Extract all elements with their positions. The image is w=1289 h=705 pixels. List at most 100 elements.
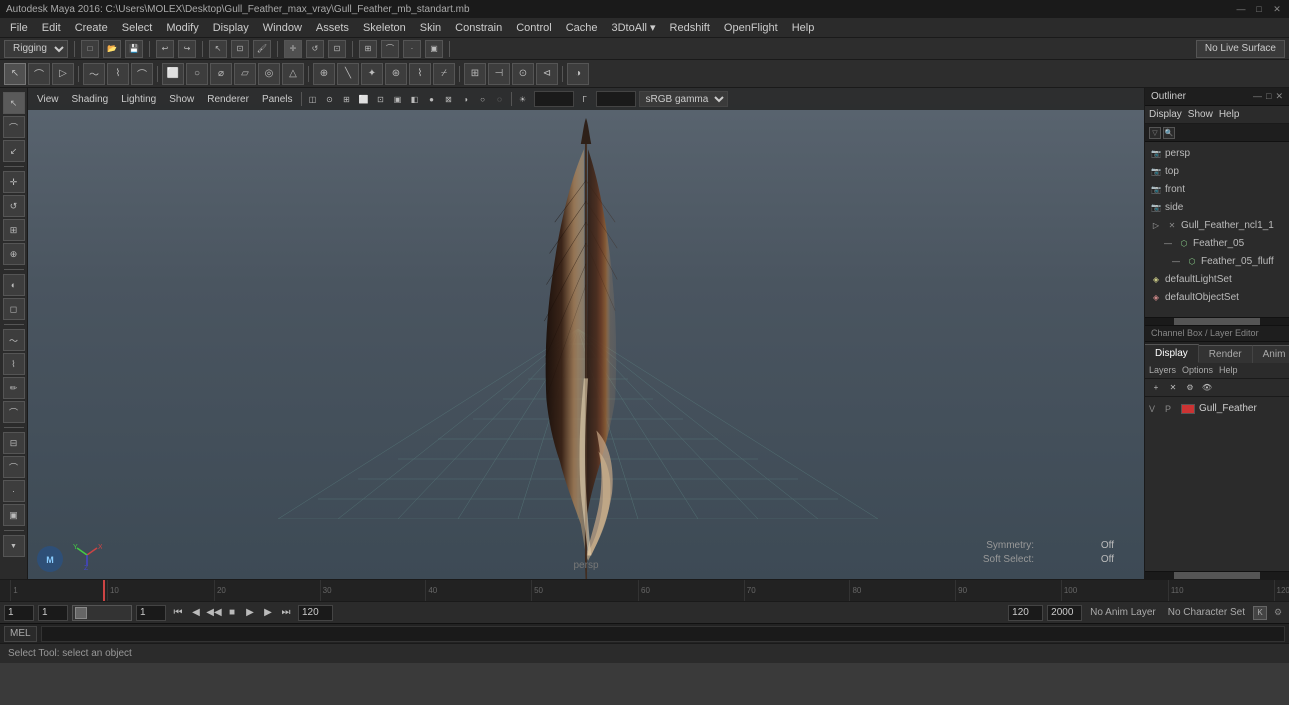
transform-shelf[interactable]: ⊞ [464,63,486,85]
menu-create[interactable]: Create [69,20,114,36]
search-icon[interactable]: 🔍 [1163,127,1175,139]
dra-help-menu[interactable]: Help [1219,365,1238,375]
select-cam-icon[interactable]: ◫ [305,91,321,107]
open-scene-icon[interactable]: 📂 [103,40,121,58]
outliner-item-persp[interactable]: 📷 persp [1145,144,1289,162]
menu-control[interactable]: Control [510,20,557,36]
menu-skin[interactable]: Skin [414,20,447,36]
select-tool-shelf[interactable]: ↖ [4,63,26,85]
layer-color-swatch[interactable] [1181,404,1195,414]
outliner-maximize-btn[interactable]: □ [1266,91,1271,102]
outliner-minimize-btn[interactable]: — [1253,91,1262,102]
shading-menu[interactable]: Shading [67,92,114,107]
scale-icon[interactable]: ⊡ [328,40,346,58]
panels-menu[interactable]: Panels [257,92,298,107]
poly-cone-shelf[interactable]: △ [282,63,304,85]
texture-icon[interactable]: ⊠ [441,91,457,107]
gamma-mode-dropdown[interactable]: sRGB gamma [639,91,728,107]
cv-curve-shelf[interactable]: ～ [83,63,105,85]
snap-to-curve-icon[interactable]: ⌒ [381,40,399,58]
exposure-icon[interactable]: ☀ [515,91,531,107]
menu-display[interactable]: Display [207,20,255,36]
rotate-icon[interactable]: ↺ [306,40,324,58]
select-tool[interactable]: ↖ [3,92,25,114]
pencil-curve-tool[interactable]: ✏ [3,377,25,399]
gamma-icon[interactable]: Γ [577,91,593,107]
live-surface-button[interactable]: No Live Surface [1196,40,1285,58]
dra-options-menu[interactable]: Options [1182,365,1213,375]
paint-select-icon[interactable]: 🖌 [253,40,271,58]
outliner-hscroll[interactable] [1145,317,1289,325]
frame-range-slider[interactable] [72,605,132,621]
menu-redshift[interactable]: Redshift [664,20,716,36]
poly-cube-shelf[interactable]: ⬜ [162,63,184,85]
snap-grid[interactable]: ⊟ [3,432,25,454]
step-back-btn[interactable]: ◀ [188,605,204,621]
stop-btn[interactable]: ■ [224,605,240,621]
cv-curve-tool[interactable]: ～ [3,329,25,351]
outliner-item-side[interactable]: 📷 side [1145,198,1289,216]
menu-skeleton[interactable]: Skeleton [357,20,412,36]
render-shelf[interactable]: ◑ [567,63,589,85]
minimize-button[interactable]: — [1235,3,1247,15]
exposure-value[interactable]: 0.00 [534,91,574,107]
tab-render[interactable]: Render [1199,345,1253,363]
mel-input[interactable] [41,626,1285,642]
outliner-help-menu[interactable]: Help [1219,109,1240,120]
gamma-value[interactable]: 1.00 [596,91,636,107]
menu-edit[interactable]: Edit [36,20,67,36]
rotate-tool[interactable]: ↺ [3,195,25,217]
menu-select[interactable]: Select [116,20,159,36]
snap-curve[interactable]: ⌒ [3,456,25,478]
timeline[interactable]: 1 10 20 30 40 50 60 70 80 90 100 110 120 [0,579,1289,601]
char-set-options-icon[interactable]: ⚙ [1271,606,1285,620]
play-forward-btn[interactable]: ▶ [242,605,258,621]
poly-torus-shelf[interactable]: ◎ [258,63,280,85]
ctrl-shelf[interactable]: ⊛ [385,63,407,85]
outliner-item-feather05[interactable]: — ⬡ Feather_05 [1145,234,1289,252]
frame-start-input[interactable] [4,605,34,621]
universal-manipulator[interactable]: ⊕ [3,243,25,265]
menu-openflight[interactable]: OpenFlight [718,20,784,36]
grid-icon[interactable]: ⊞ [339,91,355,107]
isolate-icon[interactable]: ⊙ [322,91,338,107]
outliner-show-menu[interactable]: Show [1188,109,1213,120]
outliner-close-btn[interactable]: ✕ [1275,91,1283,102]
snap-surface[interactable]: ▣ [3,504,25,526]
dra-eye-icon[interactable]: 👁 [1200,380,1214,394]
undo-icon[interactable]: ↩ [156,40,174,58]
dra-options-icon[interactable]: ⚙ [1183,380,1197,394]
close-button[interactable]: ✕ [1271,3,1283,15]
lighting-menu[interactable]: Lighting [116,92,161,107]
outliner-item-front[interactable]: 📷 front [1145,180,1289,198]
right-panel-hscroll[interactable] [1145,571,1289,579]
filter-icon[interactable]: ▽ [1149,127,1161,139]
auto-key-btn[interactable]: K [1253,606,1267,620]
viewport[interactable]: View Shading Lighting Show Renderer Pane… [28,88,1144,579]
maximize-button[interactable]: □ [1253,3,1265,15]
tab-anim[interactable]: Anim [1253,345,1289,363]
poly-sphere-shelf[interactable]: ○ [186,63,208,85]
soft-mod-tool[interactable]: ◐ [3,274,25,296]
parent-shelf[interactable]: ⊣ [488,63,510,85]
save-scene-icon[interactable]: 💾 [125,40,143,58]
move-icon[interactable]: ✛ [284,40,302,58]
menu-file[interactable]: File [4,20,34,36]
dra-new-layer-icon[interactable]: + [1149,380,1163,394]
outliner-item-feather05-fluff[interactable]: — ⬡ Feather_05_fluff [1145,252,1289,270]
move-tool[interactable]: ✛ [3,171,25,193]
range-end-input[interactable] [1008,605,1043,621]
anim-end-input[interactable] [298,605,333,621]
wireframe-on-shaded-icon[interactable]: ◧ [407,91,423,107]
menu-constrain[interactable]: Constrain [449,20,508,36]
wire-shelf[interactable]: ⌇ [409,63,431,85]
select-icon[interactable]: ↖ [209,40,227,58]
snap-point[interactable]: · [3,480,25,502]
blend-shape-shelf[interactable]: ⌿ [433,63,455,85]
renderer-menu[interactable]: Renderer [202,92,254,107]
select-by-component-icon[interactable]: ⊡ [231,40,249,58]
current-frame-input[interactable] [38,605,68,621]
snap-to-view-icon[interactable]: ▣ [425,40,443,58]
ambient-occ-icon[interactable]: ◑ [458,91,474,107]
dra-delete-icon[interactable]: ✕ [1166,380,1180,394]
